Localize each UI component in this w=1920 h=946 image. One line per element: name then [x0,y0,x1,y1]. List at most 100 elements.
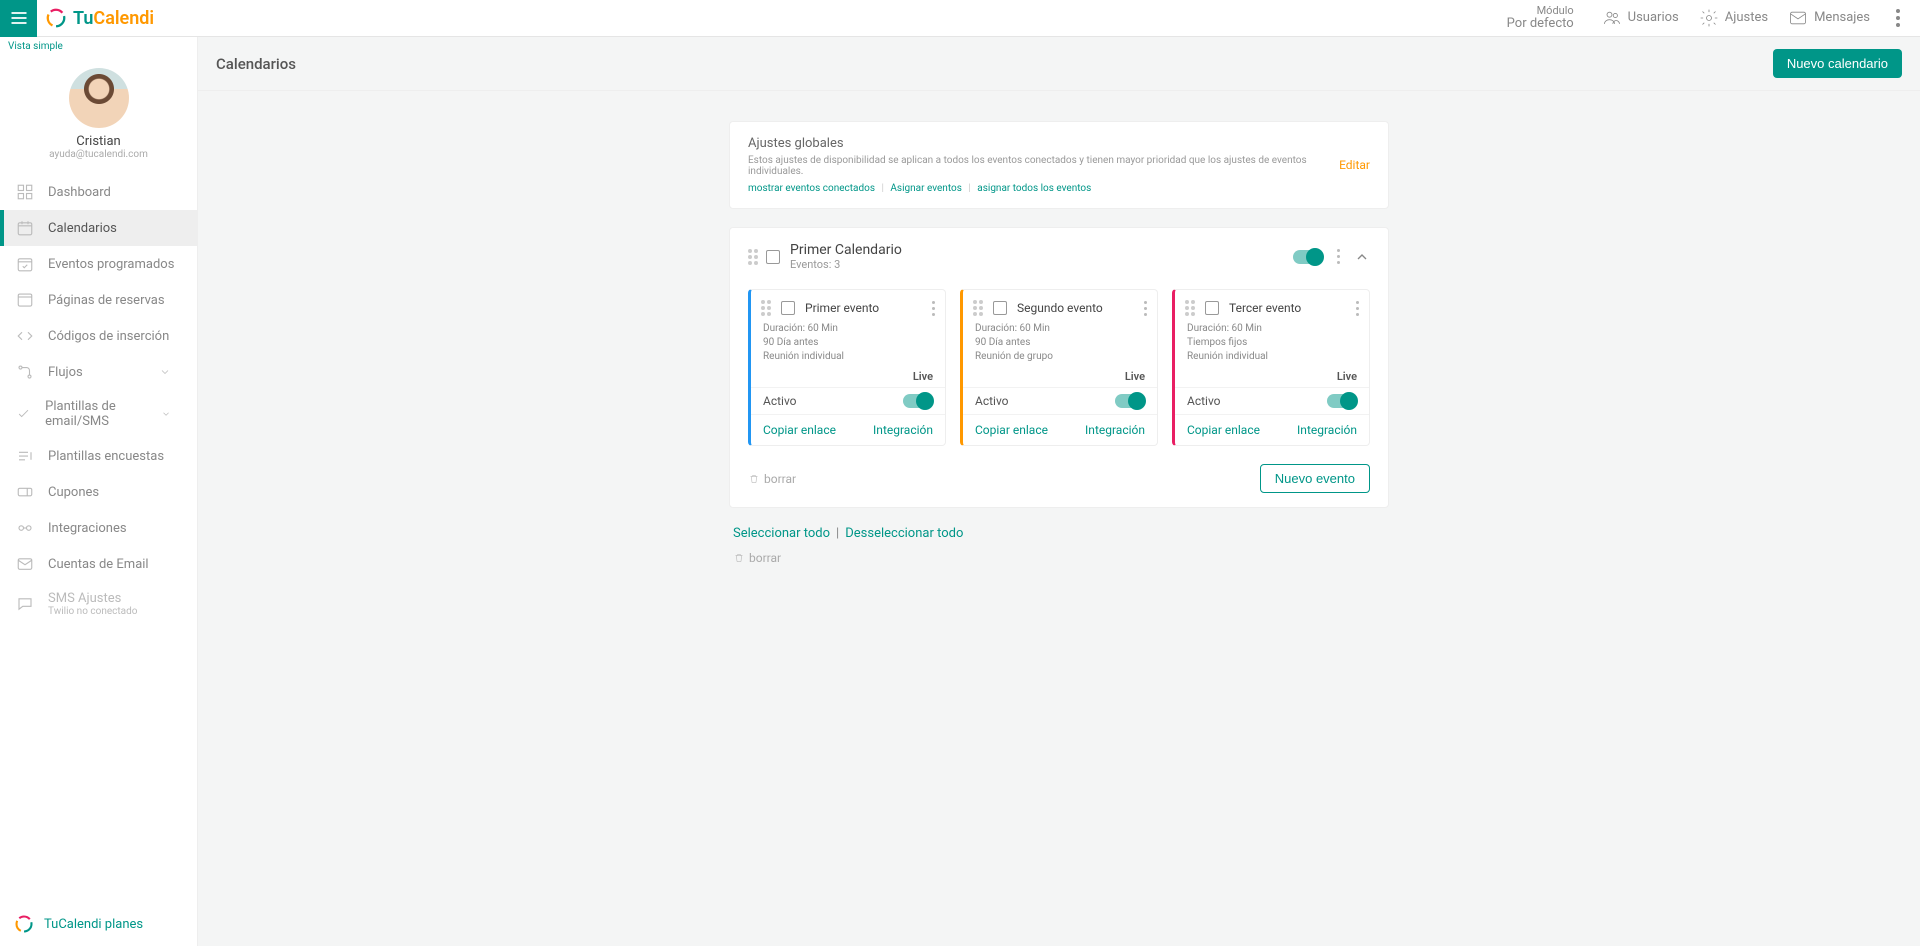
users-link[interactable]: Usuarios [1602,8,1679,28]
event-name: Segundo evento [1017,301,1144,315]
avatar[interactable] [69,68,129,128]
planes-label: TuCalendi planes [44,917,143,932]
mail-icon [1788,8,1808,28]
hamburger-menu[interactable] [0,0,37,37]
sidebar-item-calendarios[interactable]: Calendarios [0,210,197,246]
brand-logo-block[interactable]: TuCalendi [45,7,154,29]
new-calendar-button[interactable]: Nuevo calendario [1773,49,1902,78]
sidebar-item-codigos[interactable]: Códigos de inserción [0,318,197,354]
brand-icon [45,7,67,29]
drag-handle[interactable] [1185,300,1195,316]
calendar-toggle[interactable] [1293,250,1323,264]
sidebar-item-integraciones[interactable]: Integraciones [0,510,197,546]
brand-text: TuCalendi [73,8,154,29]
select-all-link[interactable]: Seleccionar todo [733,526,830,541]
integration-link[interactable]: Integración [873,423,933,437]
sidebar-item-label: Dashboard [48,185,111,200]
assign-events-link[interactable]: Asignar eventos [890,183,961,194]
settings-link[interactable]: Ajustes [1699,8,1768,28]
sidebar-item-label: SMS Ajustes [48,591,121,606]
event-live-badge: Live [1175,370,1369,387]
event-toggle[interactable] [1115,394,1145,408]
more-menu[interactable] [1888,9,1908,27]
users-icon [1602,8,1622,28]
ticket-icon [16,483,34,501]
check-icon [16,405,31,423]
profile-block: Cristian ayuda@tucalendi.com [0,56,197,168]
global-title: Ajustes globales [748,136,1339,151]
sidebar-item-label: Plantillas de email/SMS [45,399,161,429]
drag-handle[interactable] [761,300,771,316]
drag-handle[interactable] [973,300,983,316]
sidebar-item-flujos[interactable]: Flujos [0,354,197,390]
chevron-down-icon [159,366,171,378]
event-toggle[interactable] [1327,394,1357,408]
event-card: Segundo evento Duración: 60 Min 90 Día a… [960,289,1158,446]
event-checkbox[interactable] [993,301,1007,315]
sidebar-item-plantillas-email[interactable]: Plantillas de email/SMS [0,390,197,438]
integration-link[interactable]: Integración [1297,423,1357,437]
event-card: Tercer evento Duración: 60 Min Tiempos f… [1172,289,1370,446]
sidebar-item-label: Eventos programados [48,257,174,272]
event-menu[interactable] [932,301,935,316]
show-connected-events-link[interactable]: mostrar eventos conectados [748,183,875,194]
sidebar-item-label: Integraciones [48,521,127,536]
sidebar-item-label: Cuentas de Email [48,557,149,572]
module-value: Por defecto [1507,17,1574,31]
event-checkbox[interactable] [781,301,795,315]
sidebar-item-eventos[interactable]: Eventos programados [0,246,197,282]
profile-email: ayuda@tucalendi.com [0,149,197,160]
sidebar-item-cuentas-email[interactable]: Cuentas de Email [0,546,197,582]
global-settings-card: Ajustes globales Estos ajustes de dispon… [729,121,1389,209]
sidebar-item-paginas[interactable]: Páginas de reservas [0,282,197,318]
event-menu[interactable] [1144,301,1147,316]
vista-simple-toggle[interactable]: Vista simple [0,37,197,56]
event-checkbox[interactable] [1205,301,1219,315]
integration-icon [16,519,34,537]
sidebar-item-label: Calendarios [48,221,117,236]
calendar-checkbox[interactable] [766,250,780,264]
assign-all-events-link[interactable]: asignar todos los eventos [977,183,1091,194]
copy-link[interactable]: Copiar enlace [1187,423,1260,437]
module-selector[interactable]: Módulo Por defecto [1507,5,1574,31]
borrar-calendar-button[interactable]: borrar [748,472,796,486]
grid-icon [16,183,34,201]
event-window: 90 Día antes [763,336,933,350]
messages-label: Mensajes [1814,10,1870,25]
chevron-up-icon[interactable] [1354,249,1370,265]
event-duration: Duración: 60 Min [763,322,933,336]
deselect-all-link[interactable]: Desseleccionar todo [845,526,963,541]
messages-link[interactable]: Mensajes [1788,8,1870,28]
planes-link[interactable]: TuCalendi planes [0,902,197,946]
copy-link[interactable]: Copiar enlace [763,423,836,437]
copy-link[interactable]: Copiar enlace [975,423,1048,437]
integration-link[interactable]: Integración [1085,423,1145,437]
sidebar-item-sublabel: Twilio no conectado [48,606,137,617]
event-window: Tiempos fijos [1187,336,1357,350]
calendar-meta: Eventos: 3 [790,258,902,271]
borrar-label: borrar [764,472,796,486]
users-label: Usuarios [1628,10,1679,25]
event-window: 90 Día antes [975,336,1145,350]
event-type: Reunión de grupo [975,350,1145,364]
drag-handle[interactable] [748,249,758,265]
sidebar-item-dashboard[interactable]: Dashboard [0,174,197,210]
chat-icon [16,595,34,613]
borrar-global-button[interactable]: borrar [733,551,1389,565]
trash-icon [748,473,760,485]
sidebar-item-label: Flujos [48,365,83,380]
sidebar-item-sms[interactable]: SMS Ajustes Twilio no conectado [0,582,197,626]
trash-icon [733,552,745,564]
event-name: Tercer evento [1229,301,1356,315]
event-toggle[interactable] [903,394,933,408]
calendar-menu[interactable] [1337,249,1340,264]
settings-label: Ajustes [1725,10,1768,25]
event-duration: Duración: 60 Min [1187,322,1357,336]
sidebar-item-cupones[interactable]: Cupones [0,474,197,510]
edit-global-link[interactable]: Editar [1339,158,1370,172]
event-menu[interactable] [1356,301,1359,316]
event-card: Primer evento Duración: 60 Min 90 Día an… [748,289,946,446]
new-event-button[interactable]: Nuevo evento [1260,464,1370,493]
chevron-down-icon [161,408,171,420]
sidebar-item-encuestas[interactable]: Plantillas encuestas [0,438,197,474]
